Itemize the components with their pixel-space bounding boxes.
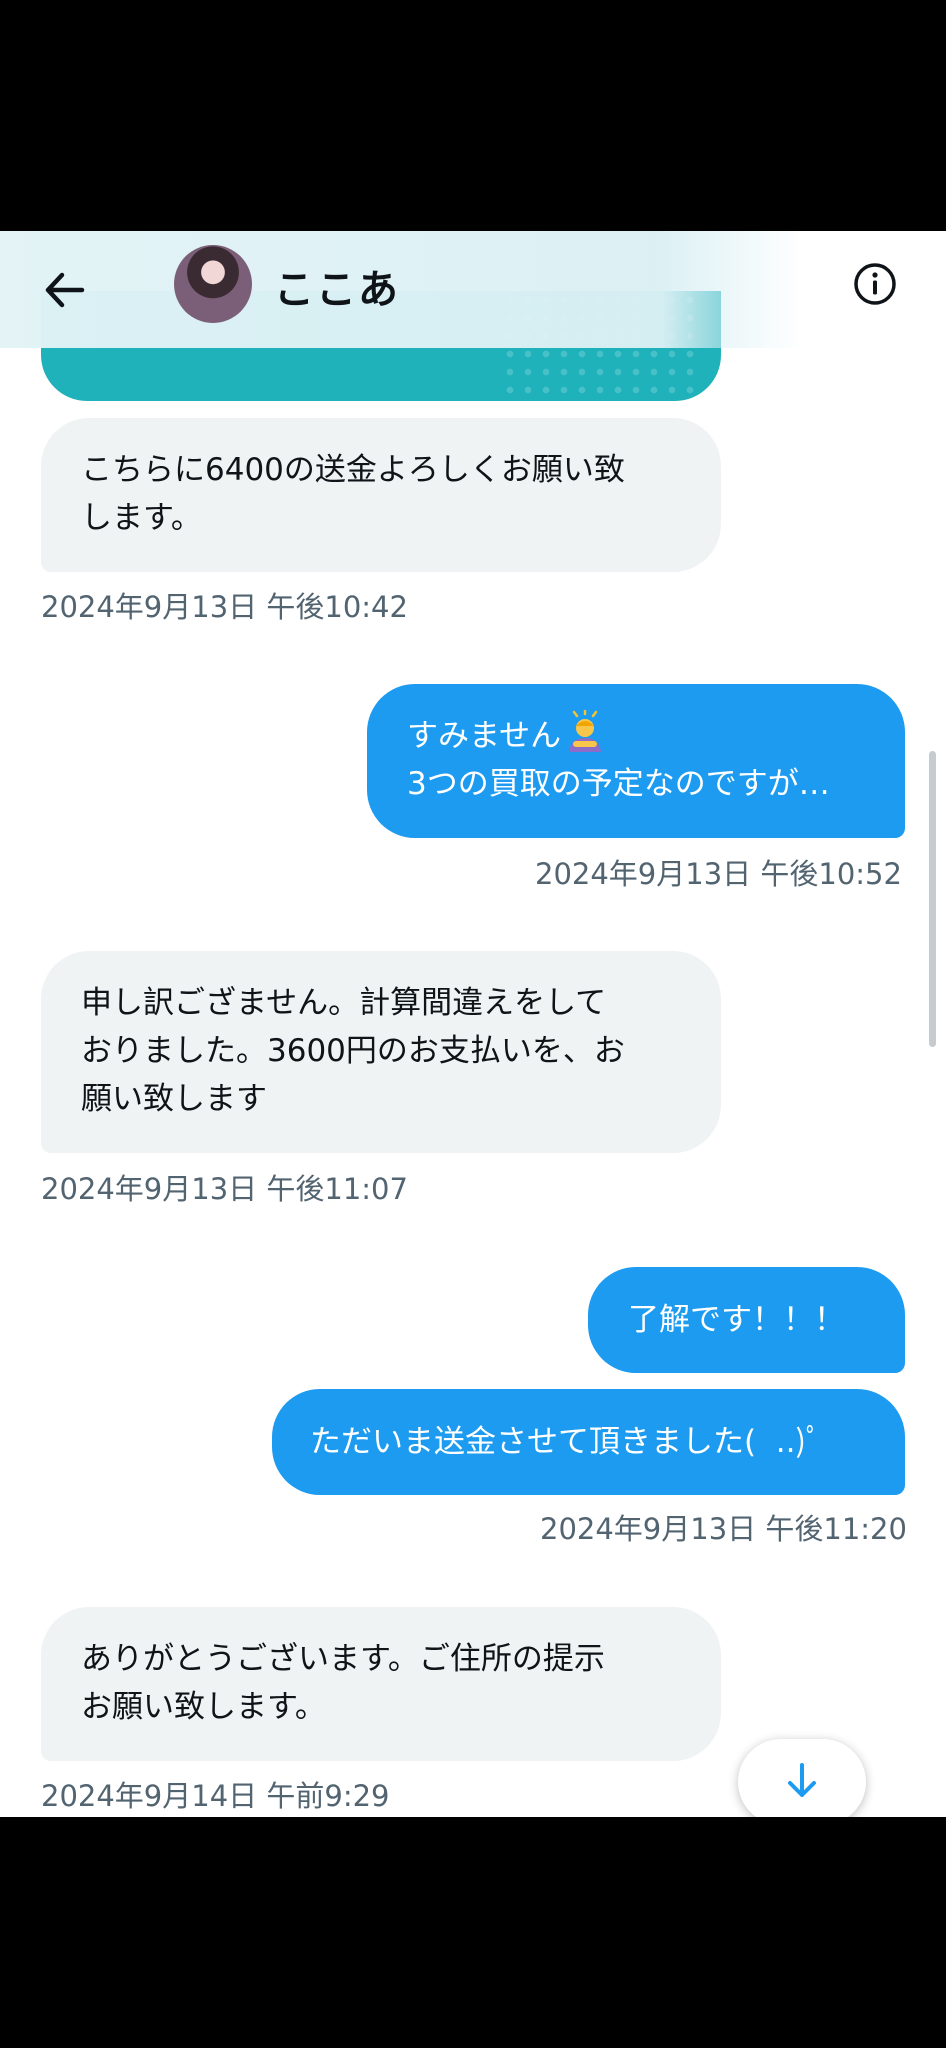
- arrow-left-icon: [45, 272, 85, 308]
- back-button[interactable]: [40, 265, 90, 315]
- message-timestamp: 2024年9月13日 午後10:42: [41, 590, 408, 624]
- message-timestamp: 2024年9月13日 午後10:52: [535, 857, 902, 891]
- message-line: ただいま送金させて頂きました( ..)ﾟ: [310, 1424, 822, 1460]
- message-bubble-incoming[interactable]: ありがとうございます。ご住所の提示 お願い致します。: [41, 1607, 721, 1761]
- message-line: お願い致します。: [81, 1689, 326, 1725]
- arrow-down-icon: [788, 1763, 816, 1797]
- message-line: すみません: [407, 718, 562, 754]
- conversation-header: ここあ: [0, 231, 946, 348]
- info-button[interactable]: [852, 261, 898, 307]
- message-line: こちらに6400の送金よろしくお願い致: [81, 452, 625, 488]
- person-bowing-emoji: [563, 708, 607, 754]
- message-line: 了解です！！！: [628, 1302, 845, 1338]
- message-line: ありがとうございます。ご住所の提示: [81, 1641, 605, 1677]
- message-bubble-outgoing[interactable]: 了解です！！！: [588, 1267, 905, 1373]
- message-line: 申し訳ござません。計算間違えをして: [81, 985, 607, 1021]
- avatar[interactable]: [174, 245, 252, 323]
- message-timestamp: 2024年9月13日 午後11:20: [540, 1512, 907, 1546]
- message-bubble-incoming[interactable]: 申し訳ござません。計算間違えをして おりました。3600円のお支払いを、お 願い…: [41, 951, 721, 1153]
- contact-name[interactable]: ここあ: [274, 257, 400, 315]
- dm-conversation-screen: ここあ こちらに6400の送金よろしくお願い致 します。 2024年9月13日 …: [0, 231, 946, 1817]
- scrollbar[interactable]: [929, 751, 936, 1047]
- scroll-to-bottom-button[interactable]: [738, 1739, 866, 1817]
- message-bubble-incoming[interactable]: こちらに6400の送金よろしくお願い致 します。: [41, 418, 721, 572]
- message-bubble-outgoing[interactable]: ただいま送金させて頂きました( ..)ﾟ: [272, 1389, 905, 1495]
- message-timestamp: 2024年9月14日 午前9:29: [41, 1779, 390, 1813]
- message-timestamp: 2024年9月13日 午後11:07: [41, 1172, 408, 1206]
- message-line: 3つの買取の予定なのですが…: [407, 766, 830, 802]
- info-icon: [854, 263, 896, 305]
- message-bubble-outgoing[interactable]: すみません 3つの買取の予定なのですが…: [367, 684, 905, 838]
- message-line: します。: [81, 500, 202, 536]
- message-line: おりました。3600円のお支払いを、お: [81, 1033, 625, 1069]
- message-line: 願い致します: [81, 1081, 267, 1117]
